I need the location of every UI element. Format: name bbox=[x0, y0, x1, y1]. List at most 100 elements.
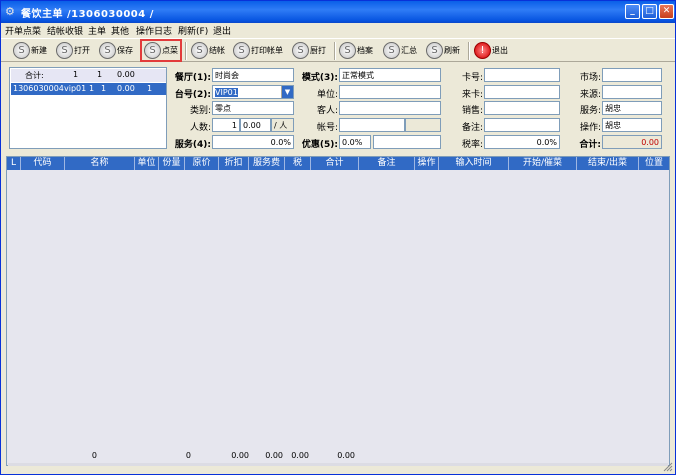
exit-button[interactable]: ! 退出 bbox=[474, 41, 508, 60]
tax-label: 税率: bbox=[461, 140, 483, 150]
open-button[interactable]: S 打开 bbox=[56, 41, 90, 60]
toolbar-separator bbox=[185, 42, 187, 60]
column-header[interactable]: 输入时间 bbox=[439, 157, 509, 170]
summary-button[interactable]: S 汇总 bbox=[383, 41, 417, 60]
archive-icon: S bbox=[339, 42, 356, 59]
column-header[interactable]: 位置 bbox=[639, 157, 669, 170]
people-field[interactable]: 1 bbox=[212, 118, 240, 132]
discount-field[interactable]: 0.0% bbox=[339, 135, 371, 149]
column-header[interactable]: 代码 bbox=[21, 157, 65, 170]
column-header[interactable]: 折扣 bbox=[219, 157, 249, 170]
card-field[interactable] bbox=[484, 68, 560, 82]
app-icon: ⚙ bbox=[5, 5, 15, 18]
kitchen-print-button[interactable]: S 厨打 bbox=[292, 41, 326, 60]
column-header[interactable]: 份量 bbox=[159, 157, 185, 170]
footer-total: 0.00 bbox=[337, 451, 355, 460]
resize-grip-icon[interactable] bbox=[663, 462, 673, 472]
maximize-icon[interactable]: □ bbox=[642, 4, 657, 19]
table-footer: 0 0 0.00 0.00 0.00 0.00 bbox=[7, 449, 669, 463]
menu-log[interactable]: 操作日志 bbox=[136, 24, 172, 37]
new-icon: S bbox=[13, 42, 30, 59]
column-header[interactable]: 税 bbox=[285, 157, 311, 170]
people-extra-field[interactable]: 0.00 bbox=[240, 118, 271, 132]
category-label: 类别: bbox=[189, 106, 211, 116]
order-count-2: 1 bbox=[101, 84, 107, 93]
new-button[interactable]: S 新建 bbox=[13, 41, 47, 60]
restaurant-label: 餐厅(1): bbox=[174, 73, 211, 83]
title-bar[interactable]: ⚙ 餐饮主单 /1306030004 / _ □ ✕ bbox=[1, 1, 675, 23]
app-window: ⚙ 餐饮主单 /1306030004 / _ □ ✕ 开单点菜 结帐收银 主单 … bbox=[0, 0, 676, 475]
print-bill-button[interactable]: S 打印帐单 bbox=[233, 41, 283, 60]
mode-field[interactable]: 正常模式 bbox=[339, 68, 441, 82]
card-label: 卡号: bbox=[461, 73, 483, 83]
category-field[interactable]: 零点 bbox=[212, 101, 294, 115]
source-label: 来源: bbox=[579, 90, 601, 100]
horizontal-scrollbar[interactable] bbox=[8, 463, 668, 466]
summary-count-2: 1 bbox=[97, 70, 103, 79]
mode-label: 模式(3): bbox=[301, 73, 338, 83]
people-label: 人数: bbox=[189, 123, 211, 133]
total-field: 0.00 bbox=[602, 135, 662, 149]
order-list-summary: 合计: 1 1 0.00 bbox=[11, 69, 166, 82]
restaurant-field[interactable]: 时尚会 bbox=[212, 68, 294, 82]
order-table: vip01 bbox=[64, 84, 87, 93]
column-header[interactable]: 操作 bbox=[415, 157, 439, 170]
menu-order[interactable]: 开单点菜 bbox=[5, 24, 41, 37]
operator-label: 操作: bbox=[579, 123, 601, 133]
column-header[interactable]: 服务费 bbox=[249, 157, 285, 170]
column-header[interactable]: 名称 bbox=[65, 157, 135, 170]
minimize-icon[interactable]: _ bbox=[625, 4, 640, 19]
order-button[interactable]: S 点菜 bbox=[140, 39, 182, 62]
table-select[interactable]: VIP01 ▼ bbox=[212, 85, 294, 99]
order-icon: S bbox=[144, 42, 161, 59]
total-label: 合计: bbox=[579, 140, 601, 150]
source-card-field[interactable] bbox=[484, 85, 560, 99]
menu-refresh[interactable]: 刷新(F) bbox=[178, 24, 208, 37]
account-field[interactable] bbox=[339, 118, 405, 132]
order-list[interactable]: 合计: 1 1 0.00 1306030004 vip01 1 1 0.00 1 bbox=[9, 67, 167, 149]
market-field[interactable] bbox=[602, 68, 662, 82]
archive-button[interactable]: S 档案 bbox=[339, 41, 373, 60]
column-header[interactable]: L bbox=[7, 157, 21, 170]
summary-amount: 0.00 bbox=[117, 70, 135, 79]
menu-main[interactable]: 主单 bbox=[88, 24, 106, 37]
column-header[interactable]: 原价 bbox=[185, 157, 219, 170]
toolbar: S 新建 S 打开 S 保存 S 点菜 S 结帐 S 打印帐单 S 厨打 S 档案 S 汇总 S刷… bbox=[1, 38, 675, 62]
exit-icon: ! bbox=[474, 42, 491, 59]
discount-label: 优惠(5): bbox=[301, 140, 338, 150]
menu-other[interactable]: 其他 bbox=[111, 24, 129, 37]
tax-field[interactable]: 0.0% bbox=[484, 135, 560, 149]
service-label: 服务(4): bbox=[174, 140, 211, 150]
column-header[interactable]: 单位 bbox=[135, 157, 159, 170]
people-unit: / 人 bbox=[271, 118, 294, 132]
service-field[interactable]: 0.0% bbox=[212, 135, 294, 149]
column-header[interactable]: 备注 bbox=[359, 157, 415, 170]
guest-field[interactable] bbox=[339, 101, 441, 115]
refresh-button[interactable]: S 刷新 bbox=[426, 41, 460, 60]
unit-label: 单位: bbox=[316, 90, 338, 100]
column-header[interactable]: 开始/催菜 bbox=[509, 157, 577, 170]
table-header: L 代码 名称 单位 份量 原价 折扣 服务费 税 合计 备注 操作 输入时间 … bbox=[7, 157, 669, 170]
chevron-down-icon[interactable]: ▼ bbox=[281, 86, 293, 98]
server-field[interactable]: 胡忠 bbox=[602, 101, 662, 115]
column-header[interactable]: 结束/出菜 bbox=[577, 157, 639, 170]
summary-count-1: 1 bbox=[73, 70, 79, 79]
discount-extra-field[interactable] bbox=[373, 135, 441, 149]
menu-exit[interactable]: 退出 bbox=[213, 24, 231, 37]
operator-field[interactable]: 胡忠 bbox=[602, 118, 662, 132]
list-item[interactable]: 1306030004 vip01 1 1 0.00 1 bbox=[11, 83, 166, 95]
save-button[interactable]: S 保存 bbox=[99, 41, 133, 60]
checkout-button[interactable]: S 结帐 bbox=[191, 41, 225, 60]
unit-field[interactable] bbox=[339, 85, 441, 99]
source-card-label: 来卡: bbox=[461, 90, 483, 100]
sales-field[interactable] bbox=[484, 101, 560, 115]
close-icon[interactable]: ✕ bbox=[659, 4, 674, 19]
window-title: 餐饮主单 /1306030004 / bbox=[21, 9, 154, 20]
sales-label: 销售: bbox=[461, 106, 483, 116]
order-items-table[interactable]: L 代码 名称 单位 份量 原价 折扣 服务费 税 合计 备注 操作 输入时间 … bbox=[6, 156, 670, 466]
column-header[interactable]: 合计 bbox=[311, 157, 359, 170]
source-field[interactable] bbox=[602, 85, 662, 99]
print-bill-icon: S bbox=[233, 42, 250, 59]
menu-checkout[interactable]: 结帐收银 bbox=[47, 24, 83, 37]
remark-field[interactable] bbox=[484, 118, 560, 132]
